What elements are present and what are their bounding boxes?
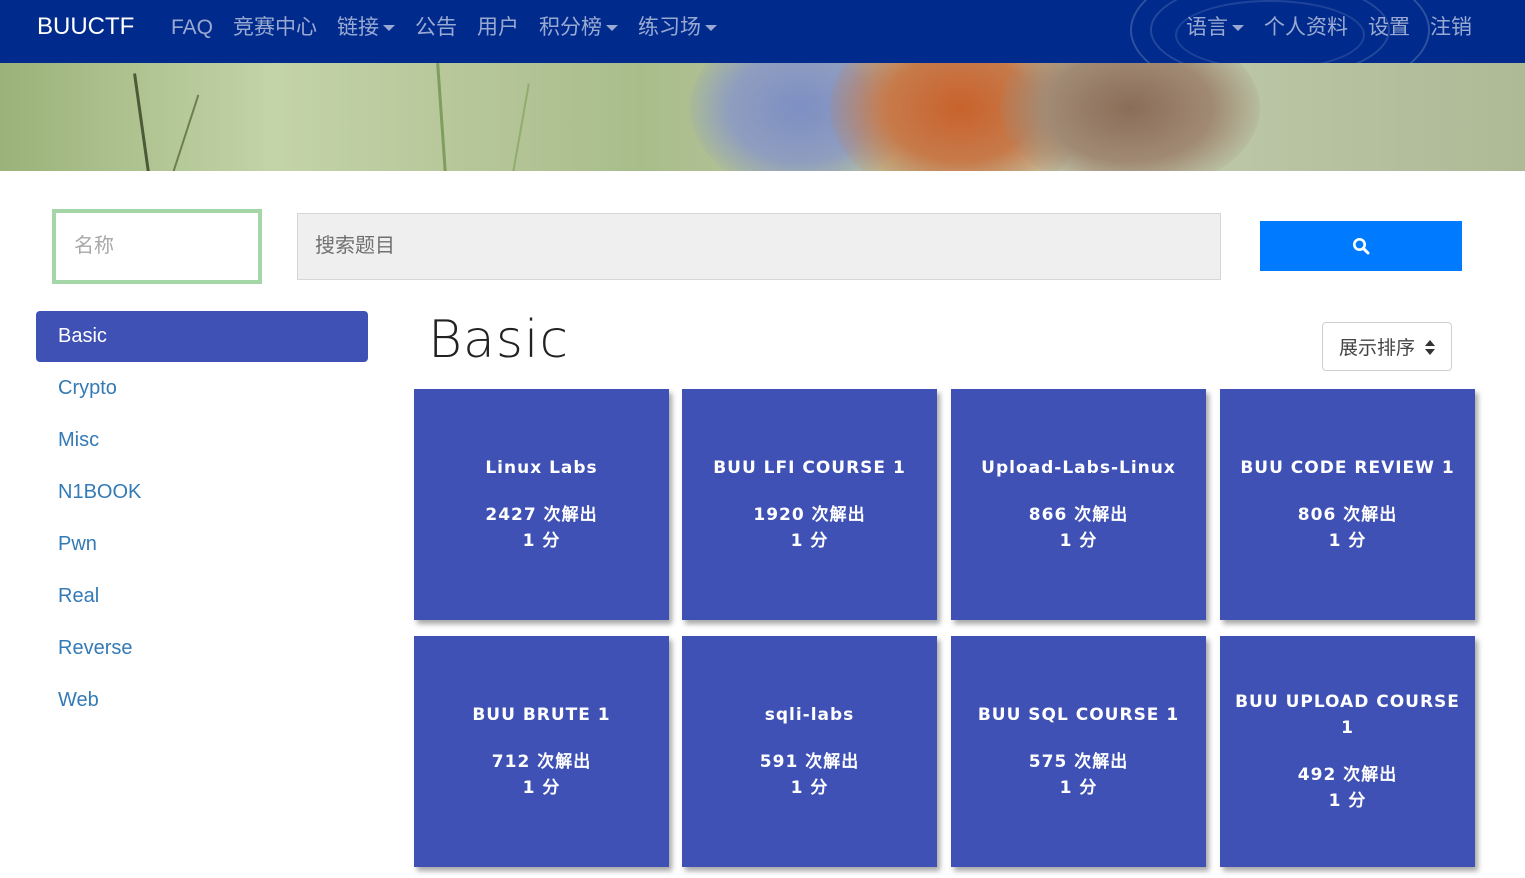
sidebar-item-basic[interactable]: Basic <box>36 311 368 362</box>
challenge-name: Upload-Labs-Linux <box>981 458 1176 478</box>
banner-shape <box>512 83 530 171</box>
challenge-card[interactable]: sqli-labs 591 次解出 1 分 <box>682 636 937 867</box>
nav-link-users[interactable]: 用户 <box>477 14 519 42</box>
sidebar-item-pwn[interactable]: Pwn <box>36 519 368 570</box>
challenge-solves: 866 次解出 <box>1028 505 1129 525</box>
sort-updown-icon <box>1425 340 1435 356</box>
challenge-points: 1 分 <box>790 778 829 798</box>
challenge-card[interactable]: BUU UPLOAD COURSE 1 492 次解出 1 分 <box>1220 636 1475 867</box>
nav-link-label: 积分榜 <box>539 16 603 39</box>
challenge-name: BUU LFI COURSE 1 <box>713 458 906 478</box>
challenge-card[interactable]: BUU LFI COURSE 1 1920 次解出 1 分 <box>682 389 937 620</box>
challenge-card[interactable]: BUU SQL COURSE 1 575 次解出 1 分 <box>951 636 1206 867</box>
category-title: Basic <box>428 310 570 370</box>
sidebar-item-n1book[interactable]: N1BOOK <box>36 467 368 518</box>
challenge-name: BUU BRUTE 1 <box>472 705 611 725</box>
nav-link-label: 竞赛中心 <box>233 16 318 39</box>
sidebar-item-web[interactable]: Web <box>36 675 368 726</box>
nav-link-notices[interactable]: 公告 <box>415 14 457 42</box>
challenge-points: 1 分 <box>522 531 561 551</box>
challenge-points: 1 分 <box>1328 791 1367 811</box>
challenge-solves: 806 次解出 <box>1297 505 1398 525</box>
nav-link-label: 设置 <box>1368 16 1410 39</box>
nav-link-label: 注销 <box>1430 16 1472 39</box>
sidebar-item-reverse[interactable]: Reverse <box>36 623 368 674</box>
challenge-points: 1 分 <box>790 531 829 551</box>
sidebar-item-label: Pwn <box>58 533 97 555</box>
caret-down-icon <box>705 25 718 31</box>
caret-down-icon <box>606 25 619 31</box>
brand-logo[interactable]: BUUCTF <box>37 12 134 42</box>
sort-select-label: 展示排序 <box>1339 338 1416 359</box>
challenge-solves: 492 次解出 <box>1297 765 1398 785</box>
challenge-card[interactable]: BUU BRUTE 1 712 次解出 1 分 <box>414 636 669 867</box>
sidebar-item-label: Basic <box>58 325 107 347</box>
nav-link-links[interactable]: 链接 <box>337 14 396 42</box>
nav-link-label: 用户 <box>477 16 520 39</box>
nav-link-scoreboard[interactable]: 积分榜 <box>539 14 619 42</box>
caret-down-icon <box>383 25 396 31</box>
nav-link-label: 语言 <box>1186 16 1228 39</box>
challenge-points: 1 分 <box>1059 778 1098 798</box>
challenge-search-input[interactable] <box>297 213 1221 280</box>
banner-shape <box>436 63 447 171</box>
challenge-name: Linux Labs <box>485 458 598 478</box>
sidebar-item-label: N1BOOK <box>58 481 142 503</box>
nav-link-settings[interactable]: 设置 <box>1368 14 1410 42</box>
challenge-card[interactable]: BUU CODE REVIEW 1 806 次解出 1 分 <box>1220 389 1475 620</box>
nav-link-contests[interactable]: 竞赛中心 <box>233 14 317 42</box>
challenge-points: 1 分 <box>1328 531 1367 551</box>
banner-shape <box>133 73 150 171</box>
sidebar-item-misc[interactable]: Misc <box>36 415 368 466</box>
nav-link-label: 公告 <box>415 16 458 39</box>
sort-order-select[interactable]: 展示排序 <box>1322 322 1452 371</box>
banner-shape <box>1000 63 1260 171</box>
nav-link-label: 链接 <box>337 16 380 39</box>
challenge-solves: 1920 次解出 <box>753 505 866 525</box>
sidebar-item-label: Crypto <box>58 377 117 399</box>
search-button[interactable] <box>1260 221 1462 271</box>
name-filter-input[interactable] <box>52 209 262 284</box>
challenge-card[interactable]: Upload-Labs-Linux 866 次解出 1 分 <box>951 389 1206 620</box>
sidebar-item-label: Web <box>58 689 99 711</box>
nav-link-faq[interactable]: FAQ <box>171 14 213 42</box>
nav-link-label: FAQ <box>171 16 214 39</box>
category-sidebar: Basic Crypto Misc N1BOOK Pwn Real Revers… <box>36 311 368 727</box>
challenge-points: 1 分 <box>522 778 561 798</box>
challenge-solves: 2427 次解出 <box>485 505 598 525</box>
nav-link-practice[interactable]: 练习场 <box>638 14 718 42</box>
nav-link-profile[interactable]: 个人资料 <box>1264 14 1348 42</box>
header-banner-image <box>0 63 1525 171</box>
challenge-name: BUU CODE REVIEW 1 <box>1240 458 1455 478</box>
challenge-points: 1 分 <box>1059 531 1098 551</box>
nav-link-label: 练习场 <box>638 16 702 39</box>
challenge-solves: 575 次解出 <box>1028 752 1129 772</box>
challenge-card[interactable]: Linux Labs 2427 次解出 1 分 <box>414 389 669 620</box>
sidebar-item-label: Reverse <box>58 637 133 659</box>
challenge-name: BUU SQL COURSE 1 <box>977 705 1180 725</box>
sidebar-item-label: Real <box>58 585 100 607</box>
nav-link-label: 个人资料 <box>1264 16 1348 39</box>
nav-link-logout[interactable]: 注销 <box>1430 14 1472 42</box>
nav-link-language[interactable]: 语言 <box>1186 14 1244 42</box>
sidebar-item-label: Misc <box>58 429 100 451</box>
sidebar-item-real[interactable]: Real <box>36 571 368 622</box>
challenge-solves: 712 次解出 <box>491 752 592 772</box>
nav-left-group: FAQ 竞赛中心 链接 公告 用户 积分榜 练习场 <box>171 14 718 42</box>
search-icon <box>1353 238 1370 255</box>
challenge-name: BUU UPLOAD COURSE 1 <box>1235 692 1460 738</box>
top-navbar: BUUCTF FAQ 竞赛中心 链接 公告 用户 积分榜 练习场 语言 个人资料… <box>0 0 1525 63</box>
challenge-name: sqli-labs <box>764 705 855 725</box>
caret-down-icon <box>1232 25 1244 31</box>
nav-right-group: 语言 个人资料 设置 注销 <box>1186 14 1472 42</box>
sidebar-item-crypto[interactable]: Crypto <box>36 363 368 414</box>
challenge-solves: 591 次解出 <box>759 752 860 772</box>
banner-shape <box>172 94 200 171</box>
